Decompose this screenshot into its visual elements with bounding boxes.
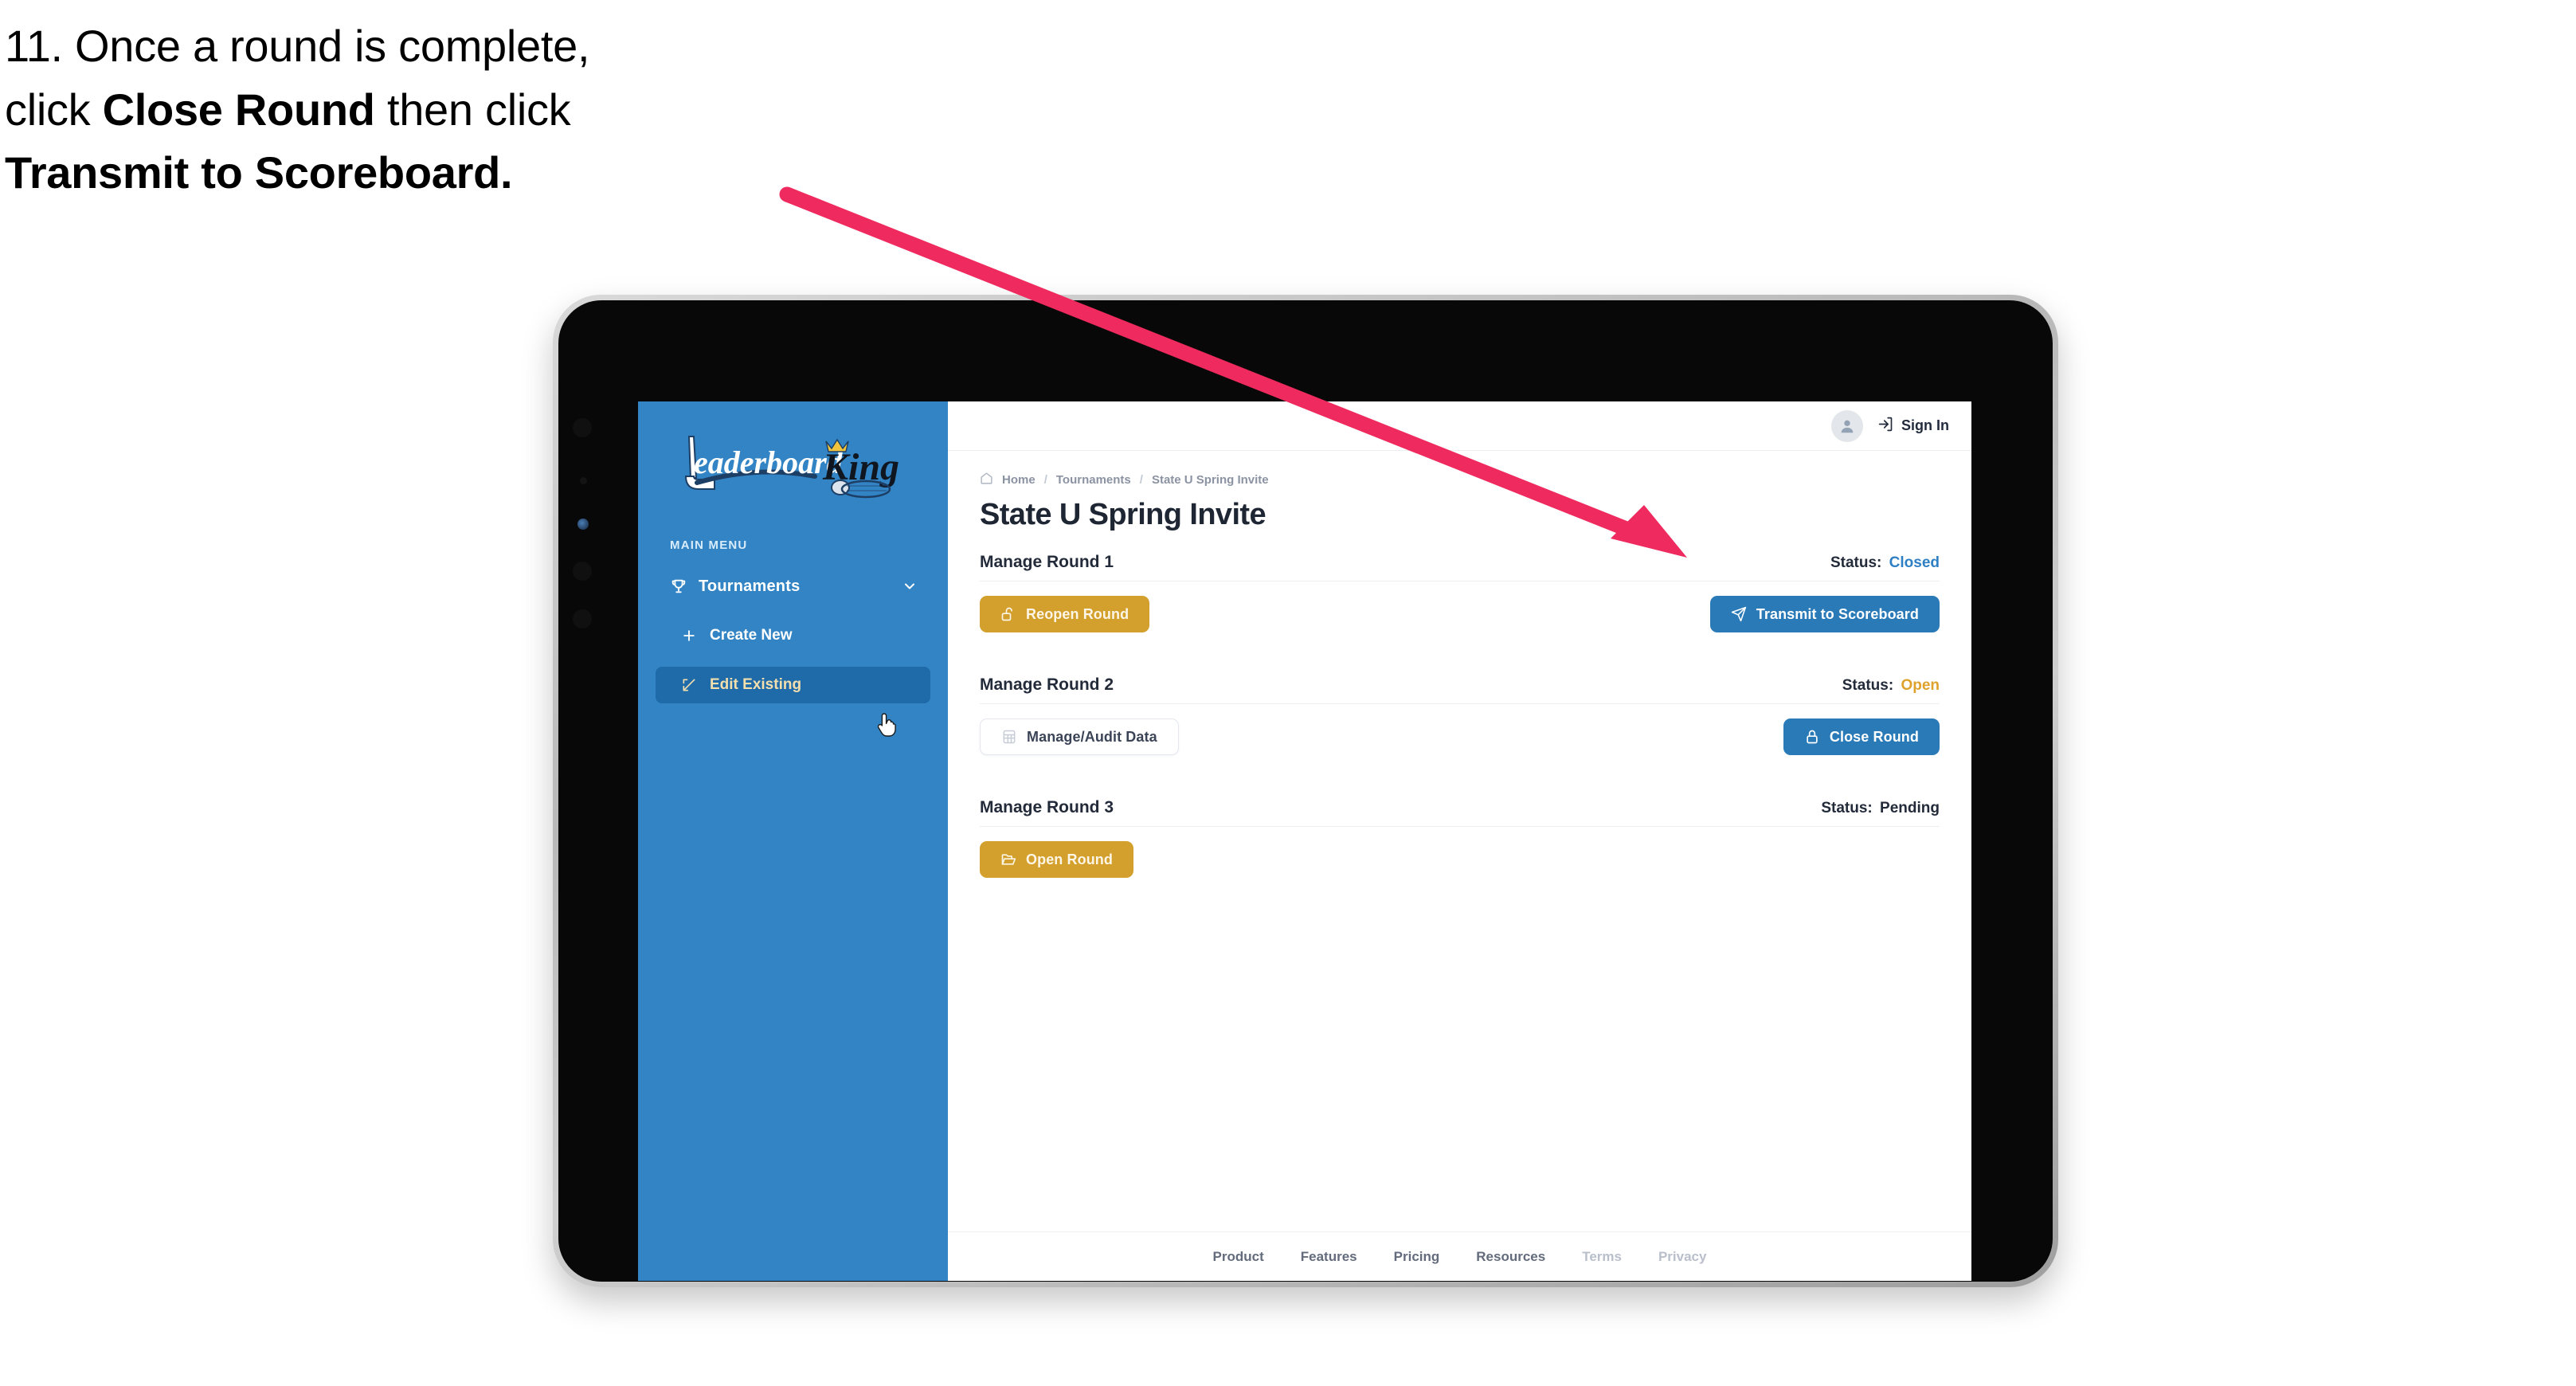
round-2-status-value: Open: [1901, 677, 1940, 694]
home-icon[interactable]: [980, 472, 993, 488]
round-2-header: Manage Round 2 Status: Open: [980, 675, 1940, 704]
close-round-button[interactable]: Close Round: [1783, 718, 1940, 755]
round-2-title: Manage Round 2: [980, 675, 1114, 694]
round-1-header: Manage Round 1 Status: Closed: [980, 553, 1940, 581]
instruction-line-2-pre: click: [5, 84, 103, 135]
svg-text:eaderboard: eaderboard: [694, 444, 844, 480]
footer-link-terms[interactable]: Terms: [1582, 1249, 1622, 1265]
open-folder-icon: [1000, 852, 1016, 867]
sidebar-item-edit-existing-label: Edit Existing: [710, 676, 802, 693]
footer-nav: Product Features Pricing Resources Terms…: [948, 1231, 1971, 1281]
round-2-status-label: Status:: [1842, 677, 1894, 694]
round-2-actions: Manage/Audit Data Close Round: [980, 717, 1940, 757]
round-3-actions: Open Round: [980, 840, 1940, 879]
tablet-device-frame: eaderboard King MAIN MENU Tournaments Cr…: [553, 295, 2058, 1287]
user-avatar-icon[interactable]: [1831, 409, 1863, 442]
page-title: State U Spring Invite: [980, 498, 1266, 531]
footer-link-product[interactable]: Product: [1213, 1249, 1264, 1265]
transmit-to-scoreboard-button[interactable]: Transmit to Scoreboard: [1709, 596, 1940, 632]
sidebar-item-edit-existing[interactable]: Edit Existing: [656, 667, 930, 703]
sidebar-item-create-new-label: Create New: [710, 627, 793, 644]
trophy-icon: [668, 576, 689, 597]
sidebar-item-create-new[interactable]: Create New: [656, 617, 930, 654]
unlock-icon: [1000, 606, 1016, 622]
round-3-header: Manage Round 3 Status: Pending: [980, 798, 1940, 827]
app-logo[interactable]: eaderboard King: [638, 422, 948, 511]
speaker-hole-icon: [573, 562, 592, 581]
camera-icon: [573, 418, 592, 437]
round-1-title: Manage Round 1: [980, 553, 1114, 571]
instruction-line-3: Transmit to Scoreboard.: [5, 141, 881, 205]
microphone-icon: [573, 609, 592, 628]
instruction-line-2-post: then click: [374, 84, 571, 135]
round-1-actions: Reopen Round Transmit to Scoreboard: [980, 594, 1940, 634]
breadcrumb-item-tournaments[interactable]: Tournaments: [1056, 473, 1131, 487]
breadcrumb-separator: /: [1043, 473, 1047, 487]
sidebar: eaderboard King MAIN MENU Tournaments Cr…: [638, 401, 948, 1281]
footer-link-resources[interactable]: Resources: [1476, 1249, 1545, 1265]
top-bar: Sign In: [948, 401, 1971, 451]
round-block-2: Manage Round 2 Status: Open Manage/Audit…: [980, 675, 1940, 757]
footer-link-features[interactable]: Features: [1301, 1249, 1357, 1265]
table-grid-icon: [1001, 729, 1017, 745]
reopen-round-label: Reopen Round: [1026, 605, 1129, 622]
sidebar-item-tournaments[interactable]: Tournaments: [656, 568, 930, 605]
instruction-line-1: 11. Once a round is complete,: [5, 21, 590, 71]
open-round-button[interactable]: Open Round: [980, 841, 1133, 878]
breadcrumb-item-home[interactable]: Home: [1002, 473, 1035, 487]
reopen-round-button[interactable]: Reopen Round: [980, 596, 1150, 632]
plus-icon: [679, 626, 699, 645]
mouse-pointer-hand-cursor: [877, 713, 896, 737]
sign-in-label: Sign In: [1901, 417, 1949, 433]
page-content: Home / Tournaments / State U Spring Invi…: [948, 451, 1971, 1231]
footer-link-privacy[interactable]: Privacy: [1658, 1249, 1707, 1265]
round-2-status: Status: Open: [1842, 677, 1940, 695]
round-1-status-label: Status:: [1830, 554, 1882, 571]
breadcrumb: Home / Tournaments / State U Spring Invi…: [980, 472, 1940, 488]
round-3-status: Status: Pending: [1821, 800, 1940, 817]
sidebar-section-label: MAIN MENU: [670, 538, 748, 552]
breadcrumb-separator: /: [1139, 473, 1143, 487]
manage-audit-data-button[interactable]: Manage/Audit Data: [980, 718, 1179, 755]
transmit-emphasis: Transmit to Scoreboard.: [5, 147, 513, 198]
round-3-status-value: Pending: [1880, 800, 1940, 816]
breadcrumb-item-current: State U Spring Invite: [1151, 473, 1269, 487]
sign-in-arrow-icon: [1877, 416, 1894, 437]
manage-audit-data-label: Manage/Audit Data: [1027, 728, 1157, 745]
edit-pencil-icon: [679, 675, 699, 695]
round-3-title: Manage Round 3: [980, 798, 1114, 816]
instruction-caption: 11. Once a round is complete, click Clos…: [5, 14, 881, 205]
screenshot-root: 11. Once a round is complete, click Clos…: [0, 0, 2576, 1386]
round-block-1: Manage Round 1 Status: Closed Reopen Rou…: [980, 553, 1940, 634]
round-3-status-label: Status:: [1821, 800, 1873, 816]
footer-link-pricing[interactable]: Pricing: [1394, 1249, 1440, 1265]
round-1-status: Status: Closed: [1830, 554, 1940, 572]
sidebar-item-tournaments-label: Tournaments: [699, 577, 801, 595]
paper-plane-icon: [1731, 606, 1747, 622]
leaderboardking-logo-icon: eaderboard King: [684, 436, 899, 499]
close-round-emphasis: Close Round: [102, 84, 375, 135]
main-content: Sign In Home / Tournaments / State U Spr…: [948, 401, 1971, 1281]
open-round-label: Open Round: [1026, 851, 1113, 867]
sensor-icon: [580, 477, 587, 484]
app-screen: eaderboard King MAIN MENU Tournaments Cr…: [638, 401, 1971, 1281]
round-block-3: Manage Round 3 Status: Pending Open Roun…: [980, 798, 1940, 879]
indicator-light-icon: [577, 519, 589, 530]
lock-icon: [1804, 729, 1820, 745]
round-1-status-value: Closed: [1889, 554, 1940, 571]
chevron-down-icon[interactable]: [902, 578, 918, 594]
tablet-bezel: eaderboard King MAIN MENU Tournaments Cr…: [558, 300, 2053, 1282]
close-round-label: Close Round: [1829, 728, 1919, 745]
transmit-to-scoreboard-label: Transmit to Scoreboard: [1756, 605, 1919, 622]
sign-in-button[interactable]: Sign In: [1877, 416, 1949, 437]
instruction-line-2: click Close Round then click: [5, 78, 881, 142]
